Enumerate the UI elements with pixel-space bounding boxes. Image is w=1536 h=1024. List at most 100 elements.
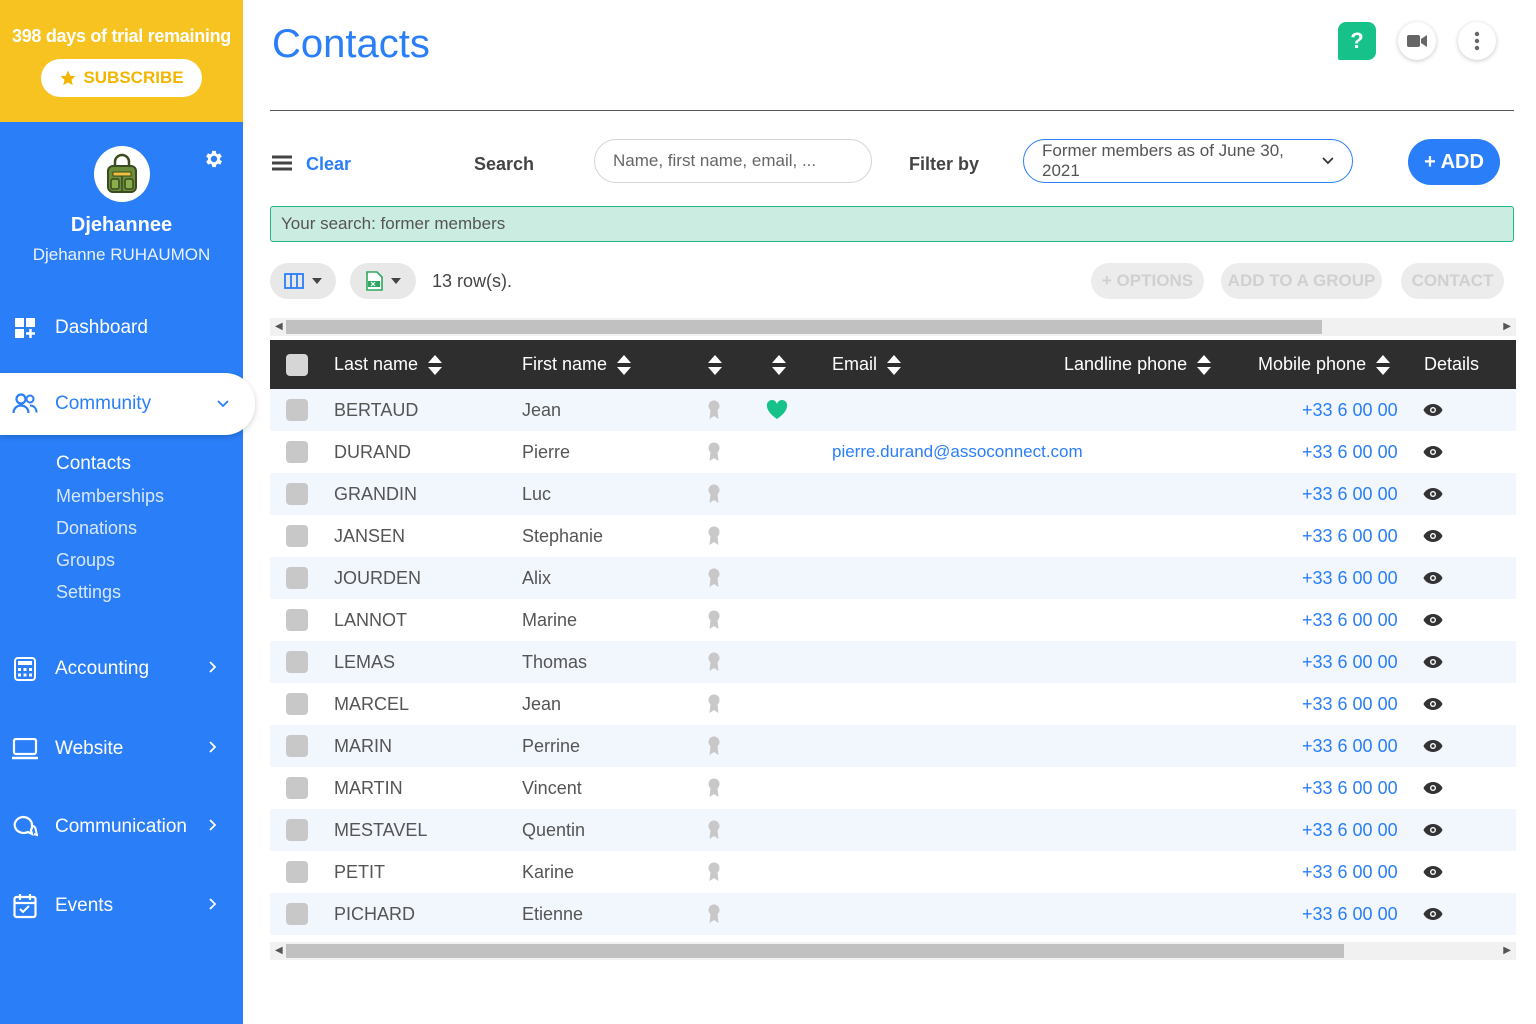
row-checkbox[interactable] <box>286 893 308 935</box>
select-all-checkbox[interactable] <box>286 340 308 389</box>
eye-icon[interactable] <box>1423 809 1443 851</box>
table-row[interactable]: JANSEN Stephanie +33 6 00 00 <box>270 515 1516 557</box>
row-checkbox[interactable] <box>286 557 308 599</box>
subnav-memberships[interactable]: Memberships <box>56 480 164 512</box>
cell-mobile[interactable]: +33 6 00 00 <box>1302 641 1398 683</box>
cell-mobile[interactable]: +33 6 00 00 <box>1302 683 1398 725</box>
th-mobile[interactable]: Mobile phone <box>1258 340 1391 389</box>
subnav-settings[interactable]: Settings <box>56 576 164 608</box>
nav-dashboard[interactable]: Dashboard <box>0 297 243 359</box>
th-status[interactable] <box>708 340 722 389</box>
scrollbar-thumb[interactable] <box>286 944 1344 958</box>
table-row[interactable]: MARCEL Jean +33 6 00 00 <box>270 683 1516 725</box>
cell-last-name: BERTAUD <box>334 399 419 420</box>
subnav-contacts[interactable]: Contacts <box>56 448 164 480</box>
scroll-left-icon[interactable]: ◀ <box>275 321 283 332</box>
table-row[interactable]: MESTAVEL Quentin +33 6 00 00 <box>270 809 1516 851</box>
row-checkbox[interactable] <box>286 389 308 431</box>
table-row[interactable]: BERTAUD Jean +33 6 00 00 <box>270 389 1516 431</box>
gear-icon[interactable] <box>203 148 225 170</box>
contact-button[interactable]: CONTACT <box>1401 263 1504 299</box>
eye-icon[interactable] <box>1423 725 1443 767</box>
add-button[interactable]: + ADD <box>1408 139 1500 185</box>
cell-mobile[interactable]: +33 6 00 00 <box>1302 809 1398 851</box>
table-row[interactable]: LANNOT Marine +33 6 00 00 <box>270 599 1516 641</box>
row-checkbox[interactable] <box>286 809 308 851</box>
options-button[interactable]: + OPTIONS <box>1091 263 1204 299</box>
scroll-right-icon[interactable]: ▶ <box>1503 321 1511 332</box>
export-button[interactable] <box>350 263 416 299</box>
table-row[interactable]: GRANDIN Luc +33 6 00 00 <box>270 473 1516 515</box>
row-checkbox[interactable] <box>286 473 308 515</box>
subnav-donations[interactable]: Donations <box>56 512 164 544</box>
nav-website[interactable]: Website <box>0 718 243 780</box>
scrollbar-thumb[interactable] <box>286 320 1322 334</box>
eye-icon[interactable] <box>1423 431 1443 473</box>
badge-icon <box>707 683 721 725</box>
search-input[interactable] <box>594 139 872 183</box>
row-checkbox[interactable] <box>286 851 308 893</box>
th-last-name[interactable]: Last name <box>334 340 443 389</box>
cell-mobile[interactable]: +33 6 00 00 <box>1302 389 1398 431</box>
cell-mobile[interactable]: +33 6 00 00 <box>1302 851 1398 893</box>
table-row[interactable]: DURAND Pierre pierre.durand@assoconnect.co… <box>270 431 1516 473</box>
nav-community[interactable]: Community <box>0 373 255 435</box>
nav-events[interactable]: Events <box>0 875 243 937</box>
heart-icon[interactable] <box>766 389 788 431</box>
th-email[interactable]: Email <box>832 340 902 389</box>
help-label: ? <box>1350 28 1364 53</box>
row-checkbox[interactable] <box>286 431 308 473</box>
scrollbar-bottom[interactable]: ◀ ▶ <box>270 942 1516 960</box>
table-row[interactable]: JOURDEN Alix +33 6 00 00 <box>270 557 1516 599</box>
eye-icon[interactable] <box>1423 893 1443 935</box>
table-row[interactable]: MARTIN Vincent +33 6 00 00 <box>270 767 1516 809</box>
scrollbar-top[interactable]: ◀ ▶ <box>270 318 1516 336</box>
cell-mobile[interactable]: +33 6 00 00 <box>1302 473 1398 515</box>
clear-link[interactable]: Clear <box>306 154 351 175</box>
row-checkbox[interactable] <box>286 599 308 641</box>
menu-icon[interactable] <box>272 155 292 171</box>
cell-mobile[interactable]: +33 6 00 00 <box>1302 893 1398 935</box>
th-favorite[interactable] <box>772 340 786 389</box>
row-checkbox[interactable] <box>286 725 308 767</box>
columns-button[interactable] <box>270 263 336 299</box>
more-button[interactable] <box>1458 22 1496 60</box>
video-button[interactable] <box>1398 22 1436 60</box>
scroll-left-icon[interactable]: ◀ <box>275 945 283 956</box>
row-checkbox[interactable] <box>286 683 308 725</box>
row-checkbox[interactable] <box>286 515 308 557</box>
cell-mobile[interactable]: +33 6 00 00 <box>1302 767 1398 809</box>
nav-communication[interactable]: Communication <box>0 796 243 858</box>
cell-email[interactable]: pierre.durand@assoconnect.com <box>832 431 1083 473</box>
eye-icon[interactable] <box>1423 641 1443 683</box>
eye-icon[interactable] <box>1423 557 1443 599</box>
row-checkbox[interactable] <box>286 767 308 809</box>
eye-icon[interactable] <box>1423 389 1443 431</box>
eye-icon[interactable] <box>1423 599 1443 641</box>
cell-mobile[interactable]: +33 6 00 00 <box>1302 599 1398 641</box>
cell-mobile[interactable]: +33 6 00 00 <box>1302 725 1398 767</box>
subnav-groups[interactable]: Groups <box>56 544 164 576</box>
eye-icon[interactable] <box>1423 515 1443 557</box>
help-button[interactable]: ? <box>1338 22 1376 60</box>
table-row[interactable]: MARIN Perrine +33 6 00 00 <box>270 725 1516 767</box>
eye-icon[interactable] <box>1423 683 1443 725</box>
filter-select[interactable]: Former members as of June 30, 2021 <box>1023 139 1353 183</box>
scroll-right-icon[interactable]: ▶ <box>1503 945 1511 956</box>
eye-icon[interactable] <box>1423 767 1443 809</box>
cell-mobile[interactable]: +33 6 00 00 <box>1302 557 1398 599</box>
eye-icon[interactable] <box>1423 473 1443 515</box>
add-to-group-button[interactable]: ADD TO A GROUP <box>1221 263 1382 299</box>
avatar[interactable] <box>93 146 150 202</box>
subscribe-button[interactable]: SUBSCRIBE <box>41 59 202 97</box>
th-first-name[interactable]: First name <box>522 340 632 389</box>
cell-mobile[interactable]: +33 6 00 00 <box>1302 515 1398 557</box>
eye-icon[interactable] <box>1423 851 1443 893</box>
table-row[interactable]: PICHARD Etienne +33 6 00 00 <box>270 893 1516 935</box>
nav-accounting[interactable]: Accounting <box>0 638 243 700</box>
row-checkbox[interactable] <box>286 641 308 683</box>
cell-mobile[interactable]: +33 6 00 00 <box>1302 431 1398 473</box>
table-row[interactable]: LEMAS Thomas +33 6 00 00 <box>270 641 1516 683</box>
th-landline[interactable]: Landline phone <box>1064 340 1212 389</box>
table-row[interactable]: PETIT Karine +33 6 00 00 <box>270 851 1516 893</box>
